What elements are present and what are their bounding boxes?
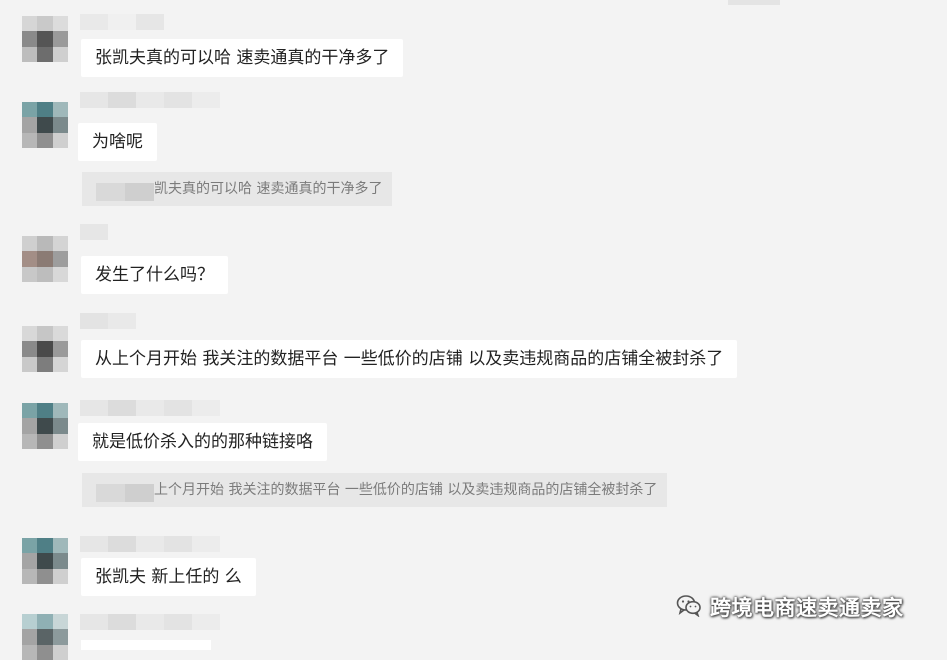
- message-bubble[interactable]: 就是低价杀入的的那种链接咯: [78, 423, 327, 461]
- sender-name-blurred: [80, 224, 108, 240]
- quoted-text: 上个月开始 我关注的数据平台 一些低价的店铺 以及卖违规商品的店铺全被封杀了: [154, 482, 658, 498]
- sender-name-blurred: [80, 400, 220, 416]
- message-bubble[interactable]: 张凯夫真的可以哈 速卖通真的干净多了: [81, 39, 404, 77]
- avatar[interactable]: [22, 236, 68, 282]
- avatar[interactable]: [22, 614, 68, 660]
- avatar[interactable]: [22, 403, 68, 449]
- quoted-sender-blurred: [96, 180, 154, 201]
- message-bubble[interactable]: 发生了什么吗？: [81, 256, 228, 294]
- avatar[interactable]: [22, 102, 68, 148]
- message-bubble[interactable]: 张凯夫 新上任的 么: [81, 558, 256, 596]
- sender-name-blurred: [80, 614, 220, 630]
- wechat-icon: [676, 593, 702, 621]
- sender-name-blurred: [80, 92, 220, 108]
- avatar[interactable]: [22, 326, 68, 372]
- chat-area: 张凯夫真的可以哈 速卖通真的干净多了 为啥呢 凯夫真的可以哈 速卖通真的干净多了…: [0, 0, 947, 660]
- sender-name-blurred: [80, 313, 136, 329]
- message-bubble[interactable]: [81, 640, 211, 650]
- watermark: 跨境电商速卖通卖家: [676, 592, 904, 622]
- blurred-name: [728, 0, 780, 5]
- watermark-text: 跨境电商速卖通卖家: [710, 596, 904, 620]
- quoted-text: 凯夫真的可以哈 速卖通真的干净多了: [154, 181, 383, 197]
- quoted-message[interactable]: 凯夫真的可以哈 速卖通真的干净多了: [82, 172, 393, 206]
- sender-name-blurred: [80, 536, 220, 552]
- avatar[interactable]: [22, 538, 68, 584]
- avatar[interactable]: [22, 16, 68, 62]
- quoted-message[interactable]: 上个月开始 我关注的数据平台 一些低价的店铺 以及卖违规商品的店铺全被封杀了: [82, 473, 668, 507]
- quoted-sender-blurred: [96, 481, 154, 502]
- message-bubble[interactable]: 从上个月开始 我关注的数据平台 一些低价的店铺 以及卖违规商品的店铺全被封杀了: [81, 340, 738, 378]
- sender-name-blurred: [80, 14, 164, 30]
- message-bubble[interactable]: 为啥呢: [78, 123, 157, 161]
